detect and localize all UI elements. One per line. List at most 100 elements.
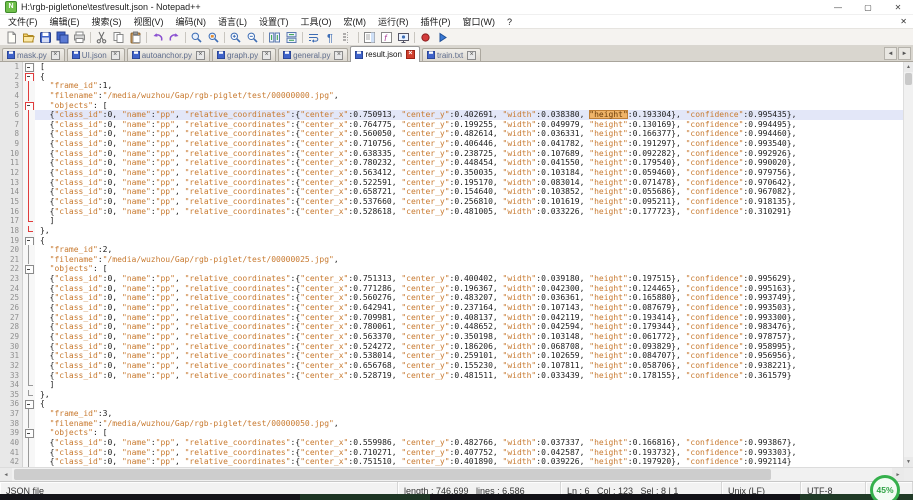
line-number: 34 xyxy=(0,380,23,390)
scroll-down-icon[interactable]: ▼ xyxy=(904,457,913,467)
saved-file-icon xyxy=(283,51,291,59)
horizontal-scrollbar-thumb[interactable] xyxy=(14,469,771,480)
play-macro-icon[interactable] xyxy=(434,30,451,45)
print-icon[interactable] xyxy=(71,30,88,45)
show-all-characters-icon[interactable]: ¶ xyxy=(322,30,339,45)
code-area[interactable]: 1[2{3 "frame_id":1,4 "filename":"/media/… xyxy=(0,62,903,467)
tab-scroll-left-icon[interactable]: ◄ xyxy=(884,47,897,60)
document-map-icon[interactable] xyxy=(361,30,378,45)
menubar-close-document-icon[interactable]: ✕ xyxy=(900,17,907,26)
code-text: {"class_id":0, "name":"pp", "relative_co… xyxy=(35,361,903,371)
menu-item-7[interactable]: 工具(O) xyxy=(295,15,338,28)
fold-margin xyxy=(23,342,35,352)
replace-icon[interactable] xyxy=(205,30,222,45)
save-icon[interactable] xyxy=(37,30,54,45)
code-line-7: 7 {"class_id":0, "name":"pp", "relative_… xyxy=(0,120,903,130)
close-tab-icon[interactable]: × xyxy=(334,51,343,60)
tab-general.py[interactable]: general.py× xyxy=(278,48,348,61)
fold-margin[interactable] xyxy=(23,428,35,438)
menu-item-10[interactable]: 插件(P) xyxy=(415,15,457,28)
menu-item-9[interactable]: 运行(R) xyxy=(372,15,415,28)
line-number: 22 xyxy=(0,264,23,274)
fold-margin xyxy=(23,149,35,159)
close-tab-icon[interactable]: × xyxy=(467,51,476,60)
fold-margin xyxy=(23,284,35,294)
new-file-icon[interactable] xyxy=(3,30,20,45)
toolbar-separator xyxy=(146,32,147,43)
menu-item-12[interactable]: ? xyxy=(501,17,518,27)
code-line-9: 9 {"class_id":0, "name":"pp", "relative_… xyxy=(0,139,903,149)
code-line-20: 20 "frame_id":2, xyxy=(0,245,903,255)
menu-item-11[interactable]: 窗口(W) xyxy=(457,15,502,28)
undo-icon[interactable] xyxy=(149,30,166,45)
sync-scroll-v-icon[interactable] xyxy=(266,30,283,45)
fold-margin xyxy=(23,120,35,130)
scroll-up-icon[interactable]: ▲ xyxy=(904,62,913,72)
line-number: 26 xyxy=(0,303,23,313)
close-tab-icon[interactable]: × xyxy=(111,51,120,60)
fold-margin[interactable] xyxy=(23,101,35,111)
open-folder-icon[interactable] xyxy=(20,30,37,45)
scroll-left-icon[interactable]: ◄ xyxy=(0,468,12,481)
code-text: "frame_id":3, xyxy=(35,409,903,419)
fold-margin[interactable] xyxy=(23,399,35,409)
line-number: 41 xyxy=(0,448,23,458)
code-text: {"class_id":0, "name":"pp", "relative_co… xyxy=(35,438,903,448)
close-tab-icon[interactable]: × xyxy=(196,51,205,60)
close-tab-icon[interactable]: × xyxy=(406,50,415,59)
code-text: "objects": [ xyxy=(35,101,903,111)
maximize-button[interactable]: ▢ xyxy=(853,0,883,14)
fold-margin[interactable] xyxy=(23,264,35,274)
tab-UI.json[interactable]: UI.json× xyxy=(67,48,125,61)
word-wrap-icon[interactable] xyxy=(305,30,322,45)
tab-autoanchor.py[interactable]: autoanchor.py× xyxy=(127,48,210,61)
tab-mask.py[interactable]: mask.py× xyxy=(2,48,65,61)
code-text: "objects": [ xyxy=(35,264,903,274)
code-line-18: 18}, xyxy=(0,226,903,236)
close-tab-icon[interactable]: × xyxy=(262,51,271,60)
line-number: 28 xyxy=(0,322,23,332)
redo-icon[interactable] xyxy=(166,30,183,45)
save-all-icon[interactable] xyxy=(54,30,71,45)
code-line-33: 33 {"class_id":0, "name":"pp", "relative… xyxy=(0,371,903,381)
menu-item-1[interactable]: 编辑(E) xyxy=(44,15,86,28)
tab-train.txt[interactable]: train.txt× xyxy=(422,48,481,61)
code-line-31: 31 {"class_id":0, "name":"pp", "relative… xyxy=(0,351,903,361)
percentage-overlay-badge[interactable]: 45% xyxy=(870,475,900,500)
fold-margin[interactable] xyxy=(23,236,35,246)
close-tab-icon[interactable]: × xyxy=(51,51,60,60)
menu-item-0[interactable]: 文件(F) xyxy=(2,15,44,28)
menu-item-5[interactable]: 语言(L) xyxy=(212,15,253,28)
menu-item-4[interactable]: 编码(N) xyxy=(170,15,213,28)
tab-scroll-right-icon[interactable]: ► xyxy=(898,47,911,60)
tab-graph.py[interactable]: graph.py× xyxy=(212,48,276,61)
monitor-icon[interactable] xyxy=(395,30,412,45)
menu-item-8[interactable]: 宏(M) xyxy=(338,15,373,28)
zoom-in-icon[interactable] xyxy=(227,30,244,45)
line-number: 10 xyxy=(0,149,23,159)
code-line-10: 10 {"class_id":0, "name":"pp", "relative… xyxy=(0,149,903,159)
copy-icon[interactable] xyxy=(110,30,127,45)
vertical-scrollbar-thumb[interactable] xyxy=(905,73,912,85)
menu-item-3[interactable]: 视图(V) xyxy=(128,15,170,28)
vertical-scrollbar[interactable]: ▲ ▼ xyxy=(903,62,913,467)
record-macro-icon[interactable] xyxy=(417,30,434,45)
menu-item-2[interactable]: 搜索(S) xyxy=(86,15,128,28)
code-line-24: 24 {"class_id":0, "name":"pp", "relative… xyxy=(0,284,903,294)
sync-scroll-h-icon[interactable] xyxy=(283,30,300,45)
fold-margin[interactable] xyxy=(23,72,35,82)
paste-icon[interactable] xyxy=(127,30,144,45)
find-icon[interactable] xyxy=(188,30,205,45)
line-number: 2 xyxy=(0,72,23,82)
function-list-icon[interactable]: f xyxy=(378,30,395,45)
zoom-out-icon[interactable] xyxy=(244,30,261,45)
minimize-button[interactable]: — xyxy=(823,0,853,14)
cut-icon[interactable] xyxy=(93,30,110,45)
fold-margin xyxy=(23,274,35,284)
indent-guide-icon[interactable] xyxy=(339,30,356,45)
horizontal-scrollbar[interactable]: ◄ ► xyxy=(0,467,913,481)
fold-margin[interactable] xyxy=(23,62,35,72)
tab-result.json[interactable]: result.json× xyxy=(350,46,419,62)
menu-item-6[interactable]: 设置(T) xyxy=(253,15,295,28)
close-button[interactable]: ✕ xyxy=(883,0,913,14)
